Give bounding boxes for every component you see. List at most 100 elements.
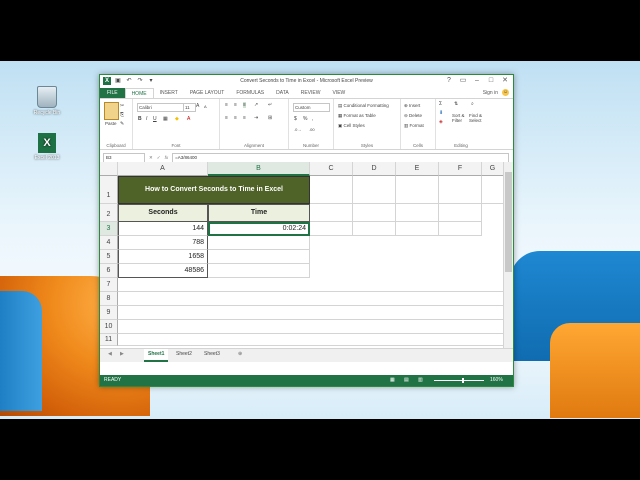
seconds-cell[interactable]: 1658 xyxy=(118,250,208,264)
cancel-icon[interactable]: ✕ xyxy=(149,155,153,161)
column-header[interactable]: D xyxy=(353,162,396,176)
tab-page-layout[interactable]: PAGE LAYOUT xyxy=(184,88,231,98)
enter-icon[interactable]: ✓ xyxy=(157,155,161,161)
clear-icon[interactable]: ◈ xyxy=(439,119,443,125)
header-seconds[interactable]: Seconds xyxy=(118,204,208,222)
sort-filter-icon[interactable]: ⇅ xyxy=(454,101,458,107)
column-header[interactable]: B xyxy=(208,162,310,176)
close-icon[interactable]: ✕ xyxy=(499,76,511,85)
time-cell-b3[interactable]: 0:02:24 xyxy=(208,222,310,236)
cell[interactable] xyxy=(439,204,482,222)
orientation-icon[interactable]: ↗ xyxy=(254,102,258,108)
percent-button[interactable]: % xyxy=(303,116,307,122)
cell-row[interactable] xyxy=(118,320,504,334)
row-header[interactable]: 9 xyxy=(100,306,118,320)
cell[interactable] xyxy=(208,264,310,278)
format-cells-button[interactable]: ▥ Format xyxy=(404,123,424,129)
cell[interactable] xyxy=(353,176,396,204)
zoom-level[interactable]: 160% xyxy=(490,375,503,386)
cell-row[interactable] xyxy=(118,306,504,320)
align-left-icon[interactable]: ≡ xyxy=(225,115,228,121)
row-header[interactable]: 4 xyxy=(100,236,118,250)
maximize-icon[interactable]: □ xyxy=(485,76,497,85)
sort-filter-button[interactable]: Sort & Filter xyxy=(452,113,465,123)
column-header[interactable]: G xyxy=(482,162,504,176)
cell[interactable] xyxy=(439,222,482,236)
page-break-view-icon[interactable]: ▥ xyxy=(418,375,423,386)
format-as-table-button[interactable]: ▦ Format as Table xyxy=(338,113,376,119)
select-all-corner[interactable] xyxy=(100,162,118,176)
scrollbar-thumb[interactable] xyxy=(505,172,512,272)
row-header[interactable]: 3 xyxy=(100,222,118,236)
zoom-slider-thumb[interactable] xyxy=(462,378,464,383)
tab-formulas[interactable]: FORMULAS xyxy=(230,88,270,98)
italic-button[interactable]: I xyxy=(146,116,147,122)
new-sheet-icon[interactable]: ⊕ xyxy=(234,349,246,360)
tab-home[interactable]: HOME xyxy=(124,87,154,99)
tab-view[interactable]: VIEW xyxy=(326,88,351,98)
cell[interactable] xyxy=(396,176,439,204)
seconds-cell[interactable]: 144 xyxy=(118,222,208,236)
align-center-icon[interactable]: ≡ xyxy=(234,115,237,121)
ribbon-display-icon[interactable]: ▭ xyxy=(457,76,469,85)
find-select-icon[interactable]: ⌕ xyxy=(471,101,474,107)
title-cell[interactable]: How to Convert Seconds to Time in Excel xyxy=(118,176,310,204)
tab-data[interactable]: DATA xyxy=(270,88,295,98)
merge-center-icon[interactable]: ⊞ xyxy=(268,115,272,121)
cell[interactable] xyxy=(310,204,353,222)
cell[interactable] xyxy=(208,236,310,250)
next-sheet-icon[interactable]: ▶ xyxy=(116,349,128,360)
decrease-decimal-icon[interactable]: .00 xyxy=(309,127,315,132)
align-right-icon[interactable]: ≡ xyxy=(243,115,246,121)
wrap-text-icon[interactable]: ↵ xyxy=(268,102,272,108)
borders-icon[interactable]: ▦ xyxy=(163,116,168,122)
cell[interactable] xyxy=(310,222,353,236)
paste-icon[interactable] xyxy=(104,102,119,120)
underline-button[interactable]: U xyxy=(153,116,157,122)
currency-button[interactable]: $ xyxy=(294,116,297,122)
shrink-font-icon[interactable]: A xyxy=(204,104,207,109)
number-format-select[interactable]: Custom xyxy=(293,103,330,112)
row-header[interactable]: 1 xyxy=(100,176,118,204)
cell[interactable] xyxy=(310,176,353,204)
feedback-smile-icon[interactable]: ☺ xyxy=(502,89,509,96)
increase-decimal-icon[interactable]: .0→ xyxy=(294,127,301,132)
vertical-scrollbar[interactable] xyxy=(503,162,513,348)
normal-view-icon[interactable]: ▦ xyxy=(390,375,395,386)
zoom-slider[interactable] xyxy=(434,380,484,381)
cell-row[interactable] xyxy=(118,292,504,306)
sheet-tab[interactable]: Sheet3 xyxy=(200,349,224,360)
row-header[interactable]: 2 xyxy=(100,204,118,222)
comma-icon[interactable]: , xyxy=(312,116,313,122)
insert-cells-button[interactable]: ⊕ Insert xyxy=(404,103,420,109)
column-header[interactable]: A xyxy=(118,162,208,176)
cell[interactable] xyxy=(396,222,439,236)
cell[interactable] xyxy=(353,204,396,222)
page-layout-view-icon[interactable]: ▤ xyxy=(404,375,409,386)
fill-color-icon[interactable]: ◆ xyxy=(175,116,179,122)
tab-review[interactable]: REVIEW xyxy=(295,88,327,98)
cell[interactable] xyxy=(439,176,482,204)
sheet-tab[interactable]: Sheet2 xyxy=(172,349,196,360)
font-size-select[interactable]: 11 xyxy=(183,103,196,112)
prev-sheet-icon[interactable]: ◀ xyxy=(104,349,116,360)
row-header[interactable]: 7 xyxy=(100,278,118,292)
copy-icon[interactable]: ⎘ xyxy=(120,112,124,118)
font-name-select[interactable]: Calibri xyxy=(137,103,184,112)
sheet-tab[interactable]: Sheet1 xyxy=(144,349,169,362)
indent-icon[interactable]: ⇥ xyxy=(254,115,258,121)
minimize-icon[interactable]: – xyxy=(471,76,483,85)
help-icon[interactable]: ? xyxy=(443,76,455,85)
desktop-icon-recycle-bin[interactable]: Recycle Bin xyxy=(27,86,67,116)
autosum-icon[interactable]: Σ xyxy=(439,101,442,107)
bold-button[interactable]: B xyxy=(138,116,142,122)
row-header[interactable]: 8 xyxy=(100,292,118,306)
seconds-cell[interactable]: 48586 xyxy=(118,264,208,278)
align-bottom-icon[interactable]: ≡ xyxy=(243,102,246,108)
column-header[interactable]: C xyxy=(310,162,353,176)
seconds-cell[interactable]: 788 xyxy=(118,236,208,250)
format-painter-icon[interactable]: ✎ xyxy=(120,121,124,127)
sign-in-link[interactable]: Sign in xyxy=(483,90,498,96)
cell[interactable] xyxy=(396,204,439,222)
insert-function-button[interactable]: fx xyxy=(165,155,169,161)
